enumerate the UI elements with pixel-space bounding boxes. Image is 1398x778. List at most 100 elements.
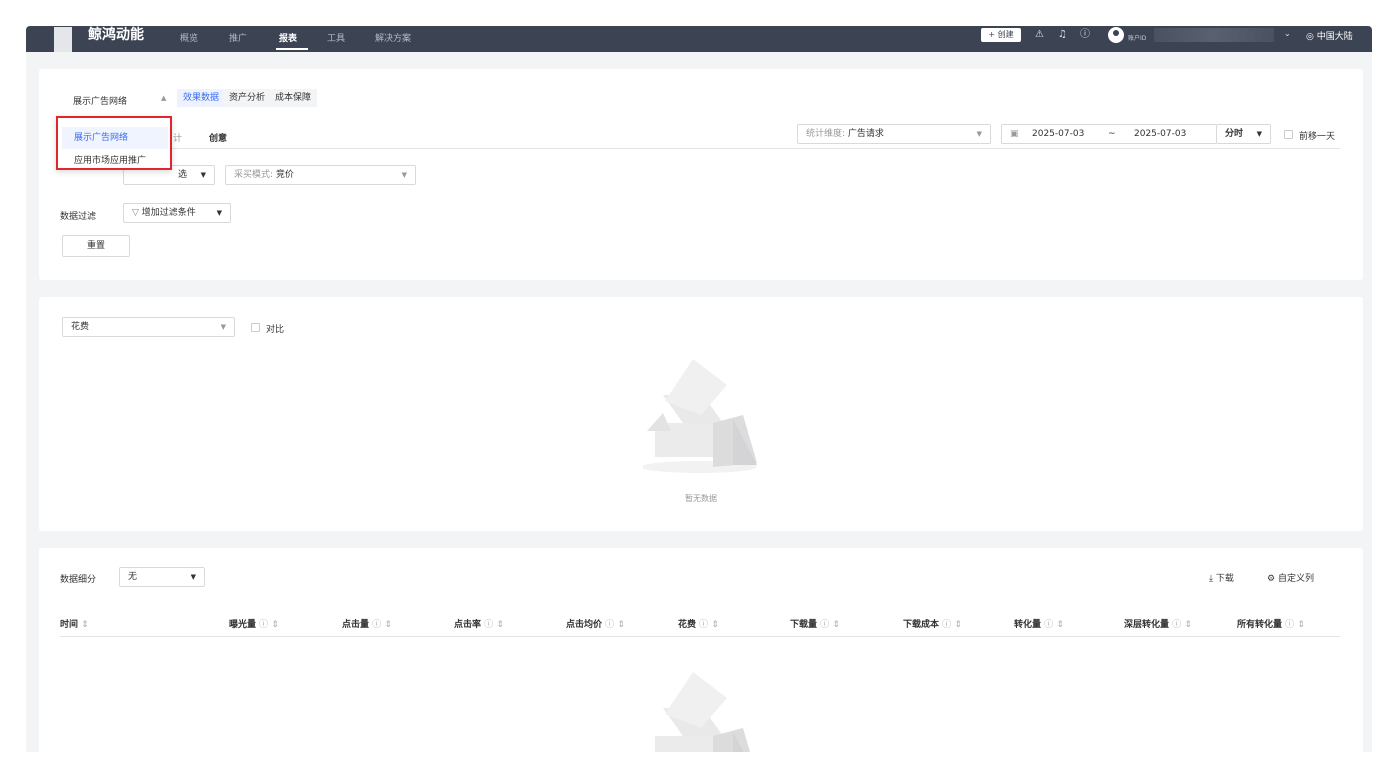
table-header-divider bbox=[60, 636, 1340, 637]
caret-down-icon: ▼ bbox=[216, 209, 222, 217]
caret-down-icon: ▼ bbox=[190, 573, 196, 581]
create-button[interactable]: + 创建 bbox=[981, 28, 1021, 42]
bid-mode-select[interactable]: 采买模式: 竞价 ▼ bbox=[225, 165, 416, 185]
stat-dimension-select[interactable]: 统计维度: 广告请求 ▼ bbox=[797, 124, 991, 144]
column-header-cost[interactable]: 花费 ⓘ ⇕ bbox=[678, 617, 719, 630]
menu-item-app-market[interactable]: 应用市场应用推广 bbox=[62, 153, 168, 169]
custom-columns-label: 自定义列 bbox=[1277, 574, 1314, 584]
sort-icon[interactable]: ⇕ bbox=[832, 620, 840, 630]
add-filter-button[interactable]: ▽ 增加过滤条件 ▼ bbox=[123, 203, 231, 223]
column-label: 下载量 bbox=[790, 620, 818, 630]
dimension-tab-partial[interactable]: 计 bbox=[173, 131, 182, 144]
column-header-impressions[interactable]: 曝光量 ⓘ ⇕ bbox=[229, 617, 279, 630]
empty-box-illustration bbox=[655, 672, 750, 752]
download-icon: ⤓ bbox=[1209, 574, 1216, 584]
column-header-conversions[interactable]: 转化量 ⓘ ⇕ bbox=[1014, 617, 1064, 630]
column-header-download-cost[interactable]: 下载成本 ⓘ ⇕ bbox=[903, 617, 962, 630]
data-table-panel: 数据细分 无 ▼ ⤓ 下载 ⚙ 自定义列 时间 ⇕ 曝光量 ⓘ ⇕ 点击量 ⓘ … bbox=[39, 548, 1363, 752]
bid-mode-label: 采买模式: bbox=[234, 170, 274, 180]
help-icon[interactable]: ⓘ bbox=[820, 620, 829, 630]
granularity-select[interactable]: 分时 ▼ bbox=[1216, 124, 1271, 144]
column-label: 深层转化量 bbox=[1124, 620, 1170, 630]
sort-icon[interactable]: ⇕ bbox=[1056, 620, 1064, 630]
network-dropdown[interactable]: 展示广告网络 bbox=[73, 94, 127, 107]
warning-icon[interactable]: ⚠ bbox=[1035, 28, 1044, 42]
breakdown-label: 数据细分 bbox=[60, 575, 97, 585]
bell-icon[interactable]: ♫ bbox=[1058, 28, 1067, 42]
nav-tools[interactable]: 工具 bbox=[327, 31, 345, 44]
help-icon[interactable]: ⓘ bbox=[1172, 620, 1181, 630]
top-navigation-bar: 鲸鸿动能 概览 推广 报表 工具 解决方案 + 创建 ⚠ ♫ ⓘ 账户ID ⌄ … bbox=[26, 26, 1372, 52]
column-header-downloads[interactable]: 下载量 ⓘ ⇕ bbox=[790, 617, 840, 630]
sort-icon[interactable]: ⇕ bbox=[496, 620, 504, 630]
reset-button[interactable]: 重置 bbox=[62, 235, 130, 257]
compare-checkbox[interactable] bbox=[251, 323, 260, 332]
column-header-all-conversions[interactable]: 所有转化量 ⓘ ⇕ bbox=[1237, 617, 1305, 630]
download-button[interactable]: ⤓ 下载 bbox=[1209, 571, 1234, 584]
chevron-down-icon[interactable]: ⌄ bbox=[1284, 29, 1291, 38]
avatar[interactable] bbox=[1108, 27, 1124, 43]
filter-icon: ▽ bbox=[132, 208, 139, 218]
nav-reports[interactable]: 报表 bbox=[279, 31, 297, 44]
add-filter-label: 增加过滤条件 bbox=[141, 208, 196, 218]
tab-asset-analysis[interactable]: 资产分析 bbox=[223, 89, 272, 107]
custom-columns-button[interactable]: ⚙ 自定义列 bbox=[1267, 571, 1314, 584]
sort-icon[interactable]: ⇕ bbox=[384, 620, 392, 630]
metric-select[interactable]: 花费 ▼ bbox=[62, 317, 235, 337]
filter-panel: 展示广告网络 ▲ 效果数据 资产分析 成本保障 计 创意 统计维度: 广告请求 … bbox=[39, 69, 1363, 280]
column-header-clicks[interactable]: 点击量 ⓘ ⇕ bbox=[342, 617, 392, 630]
tab-performance-data[interactable]: 效果数据 bbox=[177, 89, 226, 107]
gear-icon: ⚙ bbox=[1267, 574, 1278, 584]
help-icon[interactable]: ⓘ bbox=[699, 620, 708, 630]
brand-title: 鲸鸿动能 bbox=[88, 27, 144, 43]
column-label: 花费 bbox=[678, 620, 697, 630]
caret-down-icon: ▼ bbox=[401, 171, 407, 179]
date-range-picker[interactable]: ▣ 2025-07-03 ~ 2025-07-03 bbox=[1001, 124, 1217, 144]
help-icon[interactable]: ⓘ bbox=[259, 620, 268, 630]
date-end: 2025-07-03 bbox=[1134, 129, 1187, 139]
empty-state-text: 暂无数据 bbox=[685, 494, 717, 503]
caret-down-icon: ▼ bbox=[1256, 130, 1262, 138]
sort-icon[interactable]: ⇕ bbox=[1184, 620, 1192, 630]
nav-promotion[interactable]: 推广 bbox=[229, 31, 247, 44]
column-label: 曝光量 bbox=[229, 620, 257, 630]
data-filter-label: 数据过滤 bbox=[60, 212, 97, 222]
shift-day-label: 前移一天 bbox=[1299, 132, 1336, 142]
column-label: 点击率 bbox=[454, 620, 482, 630]
help-icon[interactable]: ⓘ bbox=[1044, 620, 1053, 630]
help-icon[interactable]: ⓘ bbox=[605, 620, 614, 630]
column-label: 所有转化量 bbox=[1237, 620, 1283, 630]
column-header-time[interactable]: 时间 ⇕ bbox=[60, 617, 89, 630]
help-icon[interactable]: ⓘ bbox=[1285, 620, 1294, 630]
shift-day-checkbox[interactable] bbox=[1284, 130, 1293, 139]
download-label: 下载 bbox=[1215, 574, 1234, 584]
dimension-tab-creative[interactable]: 创意 bbox=[209, 131, 227, 144]
column-label: 转化量 bbox=[1014, 620, 1042, 630]
menu-item-display-network[interactable]: 展示广告网络 bbox=[62, 127, 168, 149]
sort-icon[interactable]: ⇕ bbox=[271, 620, 279, 630]
help-icon[interactable]: ⓘ bbox=[1080, 28, 1090, 42]
region-selector[interactable]: ◎ 中国大陆 bbox=[1306, 29, 1353, 42]
breakdown-select[interactable]: 无 ▼ bbox=[119, 567, 205, 587]
logo-icon bbox=[54, 27, 72, 52]
tab-cost-guarantee[interactable]: 成本保障 bbox=[269, 89, 318, 107]
sort-icon[interactable]: ⇕ bbox=[954, 620, 962, 630]
sort-icon[interactable]: ⇕ bbox=[711, 620, 719, 630]
help-icon[interactable]: ⓘ bbox=[484, 620, 493, 630]
sort-icon[interactable]: ⇕ bbox=[1297, 620, 1305, 630]
help-icon[interactable]: ⓘ bbox=[942, 620, 951, 630]
column-header-cpc[interactable]: 点击均价 ⓘ ⇕ bbox=[566, 617, 625, 630]
sort-icon[interactable]: ⇕ bbox=[617, 620, 625, 630]
column-header-deep-conversions[interactable]: 深层转化量 ⓘ ⇕ bbox=[1124, 617, 1192, 630]
nav-solutions[interactable]: 解决方案 bbox=[375, 31, 411, 44]
calendar-icon: ▣ bbox=[1010, 129, 1019, 139]
divider bbox=[60, 148, 1340, 149]
column-header-ctr[interactable]: 点击率 ⓘ ⇕ bbox=[454, 617, 504, 630]
granularity-value: 分时 bbox=[1225, 129, 1244, 139]
caret-down-icon: ▼ bbox=[976, 130, 982, 138]
help-icon[interactable]: ⓘ bbox=[372, 620, 381, 630]
breakdown-value: 无 bbox=[128, 572, 138, 582]
date-start: 2025-07-03 bbox=[1032, 129, 1085, 139]
nav-overview[interactable]: 概览 bbox=[180, 31, 198, 44]
sort-icon[interactable]: ⇕ bbox=[81, 620, 89, 630]
